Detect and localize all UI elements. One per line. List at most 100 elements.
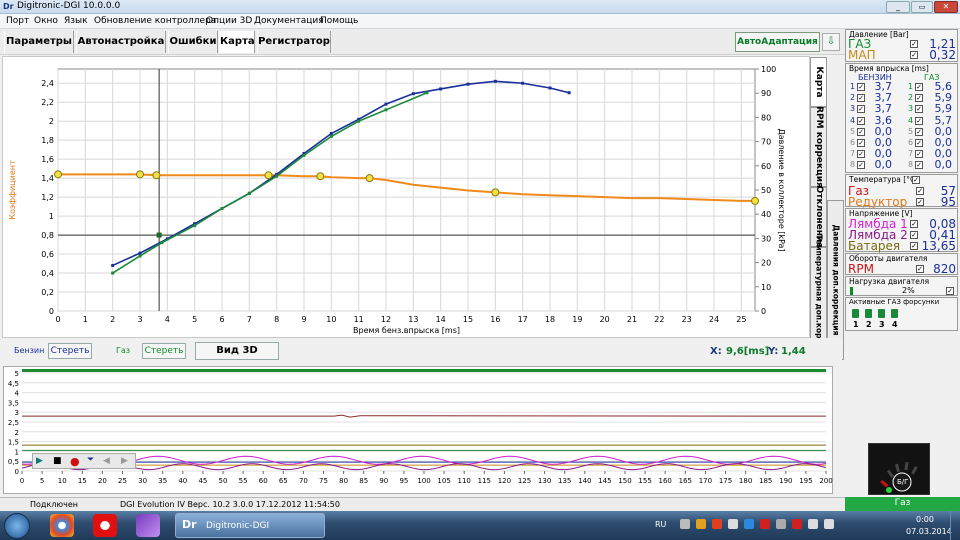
lambda1-checkbox[interactable]: ✓ xyxy=(910,220,918,228)
gas-injection-value: 0,0 xyxy=(934,158,953,172)
tray-icon-8[interactable] xyxy=(792,519,802,529)
pressure-gas-checkbox[interactable]: ✓ xyxy=(910,40,918,48)
tab-recorder[interactable]: Регистратор xyxy=(257,31,331,53)
gas-injector-checkbox[interactable]: ✓ xyxy=(915,150,923,159)
forward-icon[interactable]: ▶ xyxy=(121,456,128,466)
temperature-group: Температура [°C] ✓ Газ ✓ 57 Редуктор ✓ 9… xyxy=(845,174,958,209)
clear-benzin-button[interactable]: Стереть xyxy=(48,343,92,359)
stop-icon[interactable]: ■ xyxy=(53,456,62,466)
clock-date[interactable]: 07.03.2014 xyxy=(906,527,952,536)
tab-map[interactable]: Карта xyxy=(219,31,255,53)
record-icon[interactable]: ● xyxy=(70,455,80,468)
rpm-checkbox[interactable]: ✓ xyxy=(916,265,924,273)
tab-errors[interactable]: Ошибки xyxy=(168,31,218,53)
coefficient-marker[interactable] xyxy=(751,196,759,205)
volume-icon[interactable] xyxy=(824,519,834,529)
gas-injector-checkbox[interactable]: ✓ xyxy=(915,105,923,114)
gas-injector-checkbox[interactable]: ✓ xyxy=(915,83,923,91)
sidebar: Давление [Bar] ГАЗ ✓ 1,21 МАП ✓ 0,32 Вре… xyxy=(845,29,960,497)
pressure-map-checkbox[interactable]: ✓ xyxy=(910,51,918,59)
menu-documentation[interactable]: Документация xyxy=(254,16,324,26)
save-icon[interactable]: ⏷ xyxy=(87,455,94,465)
tray-icon-2[interactable] xyxy=(696,519,706,529)
menu-language[interactable]: Язык xyxy=(64,16,88,26)
map-chart[interactable]: 0 1 2 3 4 5 6 7 8 9 10 11 12 13 14 15 16 17 18 19 20 21 22 23 24… xyxy=(3,57,811,339)
coefficient-marker[interactable] xyxy=(54,170,62,179)
gas-injector-number: 8 xyxy=(908,160,914,170)
temperature-reducer-checkbox[interactable]: ✓ xyxy=(916,198,924,206)
benzin-injector-checkbox[interactable]: ✓ xyxy=(857,83,865,91)
auto-adaptation-button[interactable]: АвтоАдаптация xyxy=(735,32,820,52)
start-button[interactable] xyxy=(4,513,30,539)
gas-injector-icon xyxy=(852,309,859,318)
vtab-map[interactable]: Карта xyxy=(810,57,827,107)
temperature-checkbox[interactable]: ✓ xyxy=(912,176,920,184)
menu-window[interactable]: Окно xyxy=(34,16,58,26)
play-icon[interactable]: ▶ xyxy=(36,456,43,466)
y-tick-label: 2,4 xyxy=(41,79,54,88)
tray-icon-1[interactable] xyxy=(680,519,690,529)
vtab-rpm-correction[interactable]: RPM коррекция xyxy=(810,106,827,188)
tray-icon-6[interactable] xyxy=(760,519,770,529)
view-3d-button[interactable]: Вид 3D xyxy=(195,342,279,360)
coefficient-marker[interactable] xyxy=(316,172,325,181)
menu-port[interactable]: Порт xyxy=(6,16,29,26)
engine-load-value: 2% xyxy=(902,286,915,295)
battery-checkbox[interactable]: ✓ xyxy=(910,242,918,250)
benzin-injector-checkbox[interactable]: ✓ xyxy=(857,94,865,103)
minimize-button[interactable]: _ xyxy=(886,1,910,13)
clear-gas-button[interactable]: Стереть xyxy=(142,343,186,359)
coefficient-marker[interactable] xyxy=(152,171,161,180)
benzin-injector-checkbox[interactable]: ✓ xyxy=(857,161,865,170)
y-tick-label: 0,4 xyxy=(41,269,54,278)
menu-3d-options[interactable]: Опции 3D xyxy=(206,16,252,26)
benzin-injector-checkbox[interactable]: ✓ xyxy=(857,127,865,136)
network-icon[interactable] xyxy=(808,519,818,529)
y-tick-label: 0,8 xyxy=(41,231,54,240)
gas-injector-checkbox[interactable]: ✓ xyxy=(915,127,923,136)
tray-icon-7[interactable] xyxy=(776,519,786,529)
temperature-title: Температура [°C] xyxy=(849,175,919,184)
benzin-injector-checkbox[interactable]: ✓ xyxy=(857,139,865,147)
lambda2-checkbox[interactable]: ✓ xyxy=(910,231,918,239)
gas-injector-checkbox[interactable]: ✓ xyxy=(915,94,923,103)
coefficient-marker[interactable] xyxy=(491,188,500,197)
temperature-gas-checkbox[interactable]: ✓ xyxy=(916,187,924,195)
pin-icon[interactable]: ⇩ xyxy=(822,33,840,51)
tray-icon-5[interactable] xyxy=(744,519,754,529)
y2-tick-label: 40 xyxy=(761,210,771,219)
engine-load-checkbox[interactable]: ✓ xyxy=(946,287,954,295)
benzin-injector-checkbox[interactable]: ✓ xyxy=(857,150,865,159)
menu-help[interactable]: Помощь xyxy=(320,16,358,26)
title-bar: Dr Digitronic-DGI 10.0.0.0 _ ▭ ✕ xyxy=(0,0,960,14)
tab-parameters[interactable]: Параметры xyxy=(4,31,74,53)
chrome-icon[interactable] xyxy=(50,514,74,537)
opera-icon[interactable] xyxy=(93,514,117,537)
visual-studio-icon[interactable] xyxy=(136,514,160,537)
gas-switch-panel: Б/Г xyxy=(868,443,930,495)
rewind-icon[interactable]: ◀ xyxy=(103,456,110,466)
taskbar-app-digitronic[interactable]: Dr Digitronic-DGI xyxy=(175,513,325,538)
gas-injector-checkbox[interactable]: ✓ xyxy=(915,161,923,170)
tray-icon-3[interactable] xyxy=(712,519,722,529)
y2-tick-label: 30 xyxy=(761,234,771,243)
coefficient-marker[interactable] xyxy=(136,170,144,179)
close-button[interactable]: ✕ xyxy=(934,1,958,13)
coefficient-marker[interactable] xyxy=(264,171,273,180)
oscillogram[interactable]: 00,511,522,533,544,550 5 10 15 20 25 30 35 40 45 5… xyxy=(4,367,834,495)
benzin-injector-checkbox[interactable]: ✓ xyxy=(857,105,865,114)
maximize-button[interactable]: ▭ xyxy=(911,1,933,13)
show-desktop-button[interactable] xyxy=(950,511,960,540)
coefficient-marker[interactable] xyxy=(365,174,374,183)
gas-injector-checkbox[interactable]: ✓ xyxy=(915,116,923,125)
benzin-injector-checkbox[interactable]: ✓ xyxy=(857,116,865,125)
vtab-pressure-correction[interactable]: Давления доп.коррекция xyxy=(827,200,844,360)
language-indicator[interactable]: RU xyxy=(655,520,666,529)
gas-injector-checkbox[interactable]: ✓ xyxy=(915,139,923,147)
clock-time[interactable]: 0:00 xyxy=(916,515,934,524)
tab-autotuning[interactable]: Автонастройка xyxy=(76,31,166,53)
tray-icon-4[interactable] xyxy=(728,519,738,529)
osc-x-tick-label: 65 xyxy=(279,477,288,485)
gas-switch-button[interactable]: Б/Г xyxy=(897,478,908,486)
menu-update-controller[interactable]: Обновление контроллера xyxy=(94,16,216,26)
